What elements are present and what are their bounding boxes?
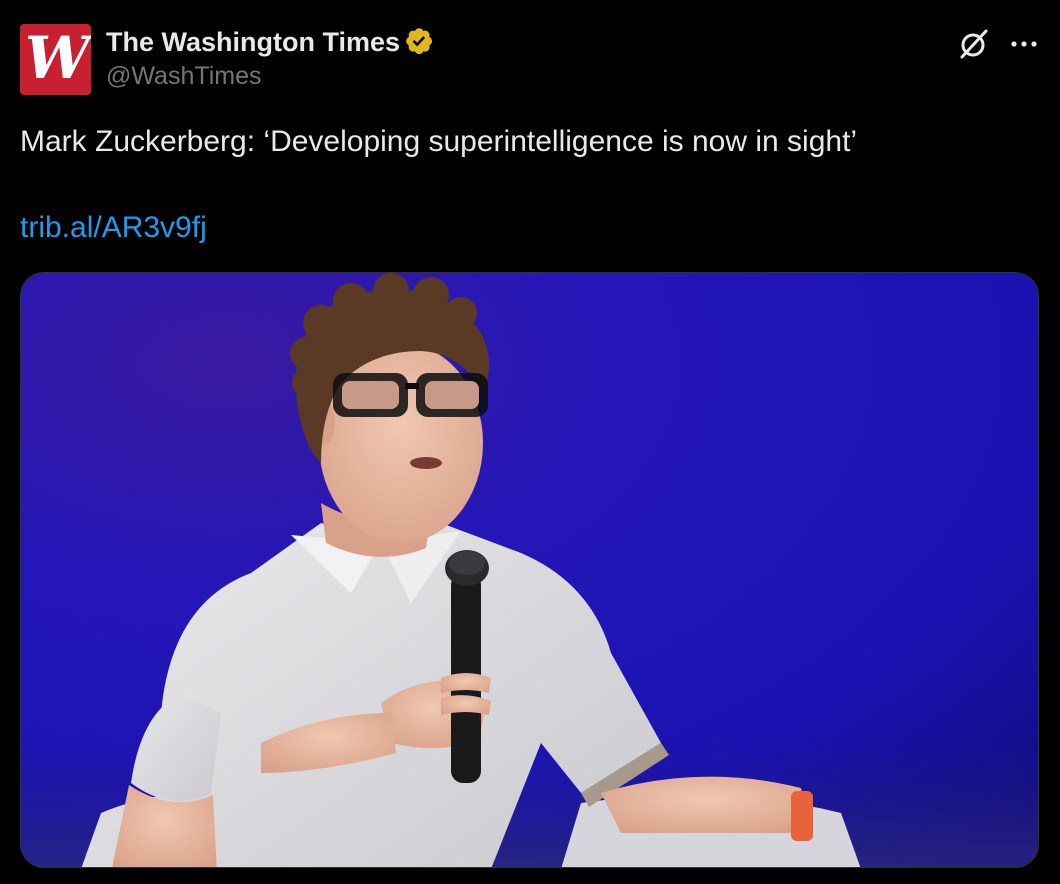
author-handle[interactable]: @WashTimes [106,62,261,91]
grok-icon [960,29,988,59]
more-options-button[interactable] [1004,24,1044,64]
man-with-microphone-photo [21,273,1038,867]
more-options-icon [1011,41,1037,47]
avatar[interactable]: W [20,24,91,95]
tweet-link[interactable]: trib.al/AR3v9fj [20,208,207,248]
author-name-row: The Washington Times [106,24,437,60]
tweet-media-photo[interactable] [20,272,1039,868]
washington-times-logo-icon: W [24,24,90,92]
tweet-text: Mark Zuckerberg: ‘Developing superintell… [20,125,858,158]
author-display-name[interactable]: The Washington Times [106,27,400,58]
verified-badge-icon[interactable] [404,26,437,59]
grok-button[interactable] [954,24,994,64]
tweet-card: W The Washington Times @WashTimes Mark Z… [0,0,1060,884]
